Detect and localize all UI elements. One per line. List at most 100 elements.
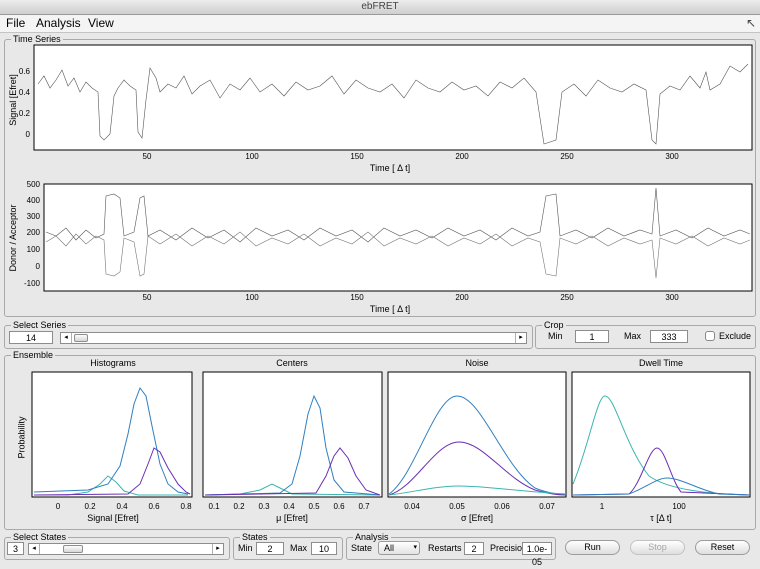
- states-slider-thumb[interactable]: [63, 545, 83, 553]
- crop-max-field[interactable]: 333: [650, 330, 688, 343]
- centers-xtick: 0.5: [308, 502, 320, 511]
- run-button[interactable]: Run: [565, 540, 620, 555]
- da-xtick: 250: [560, 293, 574, 302]
- centers-xlabel: μ [Efret]: [276, 513, 308, 523]
- series-slider-thumb[interactable]: [74, 334, 88, 342]
- menu-file[interactable]: File: [6, 16, 25, 30]
- fret-xtick: 300: [665, 152, 679, 161]
- fret-ytick: 0.6: [19, 67, 31, 76]
- da-xtick: 300: [665, 293, 679, 302]
- noise-axes: [387, 371, 567, 498]
- series-slider[interactable]: ◂ ▸: [60, 332, 527, 344]
- state-select-value: All: [384, 543, 395, 553]
- menu-bar: File Analysis View ↖: [0, 15, 760, 33]
- noise-title: Noise: [465, 358, 488, 368]
- select-series-title: Select Series: [11, 319, 69, 331]
- noise-plot[interactable]: Noise 0.04 0.05 0.06 0.07 σ [Efret]: [385, 356, 569, 526]
- da-ytick: 100: [27, 245, 41, 254]
- states-slider-left-arrow-icon[interactable]: ◂: [29, 544, 40, 554]
- noise-xtick: 0.05: [449, 502, 465, 511]
- select-caret-icon: ▾: [413, 544, 417, 551]
- centers-xtick: 0.6: [333, 502, 345, 511]
- fret-ylabel: Signal [Efret]: [8, 74, 18, 126]
- centers-axes: [202, 371, 383, 498]
- fret-xlabel: Time [ Δ t]: [370, 163, 410, 173]
- noise-xtick: 0.04: [404, 502, 420, 511]
- fret-ytick: 0.2: [19, 109, 31, 118]
- dwell-xtick: 1: [600, 502, 605, 511]
- histograms-plot[interactable]: Histograms 0 0.2 0.4 0.6 0.8 Signal [Efr…: [28, 356, 198, 526]
- histograms-xtick: 0.8: [180, 502, 192, 511]
- dwell-xtick: 100: [672, 502, 686, 511]
- da-ytick: 500: [27, 180, 41, 189]
- centers-xtick: 0.4: [283, 502, 295, 511]
- centers-title: Centers: [276, 358, 308, 368]
- fret-ytick: 0.4: [19, 88, 31, 97]
- states-slider[interactable]: ◂ ▸: [28, 543, 224, 555]
- precision-label: Precisio: [490, 543, 523, 553]
- centers-xtick: 0.3: [258, 502, 270, 511]
- histograms-title: Histograms: [90, 358, 136, 368]
- histograms-xlabel: Signal [Efret]: [87, 513, 139, 523]
- fret-xtick: 250: [560, 152, 574, 161]
- da-xlabel: Time [ Δ t]: [370, 304, 410, 314]
- probability-ylabel: Probability: [16, 416, 27, 459]
- states-max-field[interactable]: 10: [311, 542, 337, 555]
- slider-right-arrow-icon[interactable]: ▸: [515, 333, 526, 343]
- toolbar-toggle-icon[interactable]: ↖: [746, 16, 756, 30]
- dwell-time-plot[interactable]: Dwell Time 1 100 τ [Δ t]: [569, 356, 753, 526]
- centers-xtick: 0.1: [208, 502, 220, 511]
- states-slider-right-arrow-icon[interactable]: ▸: [212, 544, 223, 554]
- exclude-checkbox[interactable]: [705, 331, 715, 341]
- dwell-xlabel: τ [Δ t]: [650, 513, 672, 523]
- fret-xtick: 50: [143, 152, 152, 161]
- da-ytick: 400: [27, 196, 41, 205]
- noise-xtick: 0.07: [539, 502, 555, 511]
- fret-signal-plot[interactable]: Signal [Efret] 0.6 0.4 0.2 0 50 100 150 …: [0, 40, 760, 175]
- restarts-field[interactable]: 2: [464, 542, 484, 555]
- fret-ytick: 0: [26, 130, 31, 139]
- crop-max-label: Max: [624, 331, 642, 341]
- menu-view[interactable]: View: [88, 16, 114, 30]
- centers-xtick: 0.7: [358, 502, 370, 511]
- series-index-field[interactable]: 14: [9, 331, 53, 344]
- da-ytick: 0: [36, 262, 41, 271]
- restarts-label: Restarts: [428, 543, 462, 553]
- fret-xtick: 150: [350, 152, 364, 161]
- da-ytick: -100: [24, 279, 41, 288]
- centers-xtick: 0.2: [233, 502, 245, 511]
- crop-min-label: Min: [548, 331, 563, 341]
- histograms-xtick: 0.4: [116, 502, 128, 511]
- dwell-title: Dwell Time: [639, 358, 683, 368]
- window-title: ebFRET: [361, 1, 399, 12]
- dwell-axes: [571, 371, 751, 498]
- exclude-label: Exclude: [719, 331, 752, 341]
- states-min-label: Min: [238, 543, 253, 553]
- reset-button[interactable]: Reset: [695, 540, 750, 555]
- fret-xtick: 200: [455, 152, 469, 161]
- fret-plot-axes: [33, 44, 753, 151]
- stop-button[interactable]: Stop: [630, 540, 685, 555]
- histograms-xtick: 0.6: [148, 502, 160, 511]
- da-ytick: 300: [27, 212, 41, 221]
- state-label: State: [351, 543, 373, 553]
- window-titlebar: ebFRET: [0, 0, 760, 15]
- centers-plot[interactable]: Centers 0.1 0.2 0.3 0.4 0.5 0.6 0.7 μ [E…: [200, 356, 384, 526]
- precision-field[interactable]: 1.0e-05: [522, 542, 552, 567]
- da-xtick: 50: [143, 293, 152, 302]
- da-ytick: 200: [27, 228, 41, 237]
- states-index-field[interactable]: 3: [7, 542, 24, 555]
- noise-xlabel: σ [Efret]: [461, 513, 493, 523]
- crop-min-field[interactable]: 1: [575, 330, 609, 343]
- state-select[interactable]: All ▾: [378, 541, 420, 555]
- noise-xtick: 0.06: [494, 502, 510, 511]
- fret-xtick: 100: [245, 152, 259, 161]
- histograms-xtick: 0.2: [84, 502, 96, 511]
- menu-analysis[interactable]: Analysis: [36, 16, 81, 30]
- donor-acceptor-plot[interactable]: Donor / Acceptor 500 400 300 200 100 0 -…: [0, 178, 760, 316]
- states-min-field[interactable]: 2: [256, 542, 284, 555]
- histograms-xtick: 0: [56, 502, 61, 511]
- slider-left-arrow-icon[interactable]: ◂: [61, 333, 72, 343]
- da-xtick: 100: [245, 293, 259, 302]
- da-ylabel: Donor / Acceptor: [8, 204, 18, 271]
